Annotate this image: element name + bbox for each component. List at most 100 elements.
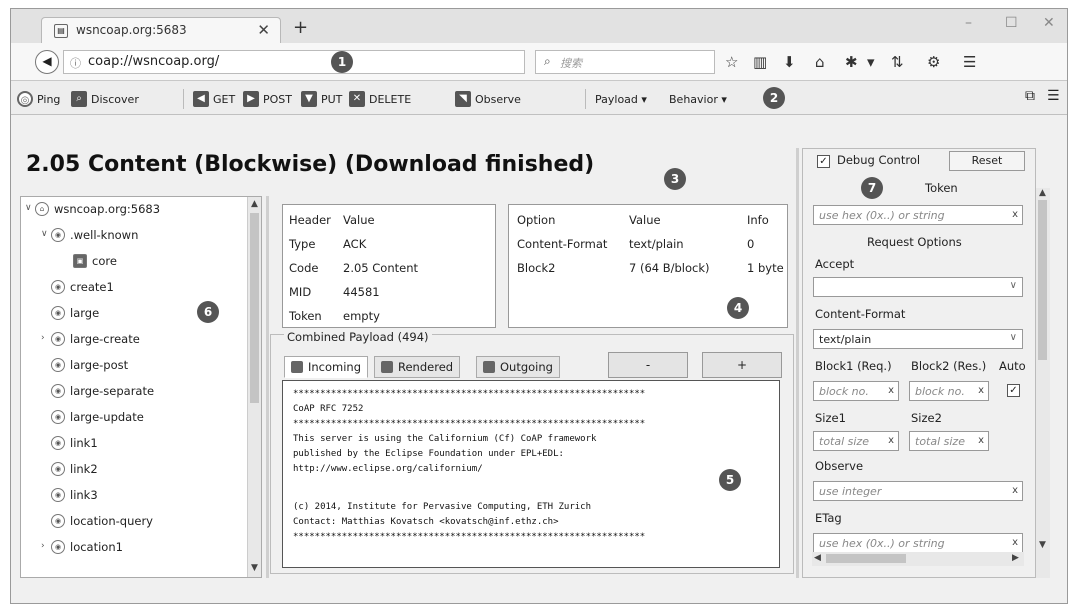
block1-input[interactable]: block no. x (813, 381, 899, 401)
options-col-info: Info (747, 213, 769, 227)
resource-icon: ◉ (51, 436, 65, 450)
collapse-icon[interactable]: ∨ (41, 229, 48, 239)
browser-tab[interactable]: ▤ wsncoap.org:5683 ✕ (41, 17, 281, 43)
tab-incoming[interactable]: Incoming (284, 356, 369, 378)
scroll-right-icon[interactable]: ▶ (1012, 553, 1019, 563)
debug-horizontal-scrollbar[interactable]: ◀ ▶ (812, 552, 1024, 566)
tree-item[interactable]: ◉ link2 (51, 459, 98, 479)
tree-item[interactable]: ◉ link3 (51, 485, 98, 505)
clear-icon[interactable]: x (1012, 485, 1018, 496)
tree-item[interactable]: ◉ large-update (51, 407, 144, 427)
bookmark-star-icon[interactable]: ☆ (725, 53, 738, 71)
scrollbar-thumb[interactable] (250, 213, 259, 403)
window-close-button[interactable]: ✕ (1043, 15, 1055, 31)
tree-item[interactable]: ◉ location-query (51, 511, 153, 531)
tree-item[interactable]: ◉ large-create (51, 329, 140, 349)
tree-item[interactable]: ◉ large-post (51, 355, 128, 375)
option-value: text/plain (629, 237, 684, 251)
clear-icon[interactable]: x (1012, 209, 1018, 220)
back-button[interactable]: ◀ (35, 50, 59, 74)
payload-text[interactable]: ****************************************… (282, 380, 780, 568)
scrollbar-thumb[interactable] (826, 554, 906, 563)
tab-close-icon[interactable]: ✕ (257, 21, 270, 39)
auto-checkbox[interactable]: ✓ (1007, 384, 1020, 397)
clear-icon[interactable]: x (888, 435, 894, 446)
addon-dropdown-icon[interactable]: ▾ (867, 53, 875, 71)
get-button[interactable]: ◀ GET (193, 89, 235, 109)
sync-icon[interactable]: ⇅ (891, 53, 904, 71)
callout-badge-6: 6 (197, 301, 219, 323)
tree-item[interactable]: ▣ core (73, 251, 117, 271)
tree-item[interactable]: ◉ create1 (51, 277, 114, 297)
payload-menu[interactable]: Payload ▾ (595, 89, 647, 109)
content-format-select[interactable]: text/plain ∨ (813, 329, 1023, 349)
right-splitter[interactable] (796, 148, 799, 578)
tree-item[interactable]: ◉ link1 (51, 433, 98, 453)
search-input[interactable]: ⌕ 搜索 (535, 50, 715, 74)
payload-plus-button[interactable]: + (702, 352, 782, 378)
tab-rendered[interactable]: Rendered (374, 356, 461, 378)
accept-select[interactable]: ∨ (813, 277, 1023, 297)
clear-icon[interactable]: x (978, 435, 984, 446)
tree-item[interactable]: ◉ location1 (51, 537, 123, 557)
debug-vertical-scrollbar[interactable]: ▲ ▼ (1036, 188, 1050, 578)
ping-button[interactable]: ◎ Ping (17, 89, 60, 109)
observe-input[interactable]: use integer x (813, 481, 1023, 501)
observe-button[interactable]: ◥ Observe (455, 89, 521, 109)
menu-icon[interactable]: ☰ (963, 53, 976, 71)
restore-panel-icon[interactable]: ⧉ (1025, 88, 1035, 104)
post-button[interactable]: ▶ POST (243, 89, 292, 109)
addon-icon[interactable]: ✱ (845, 53, 858, 71)
behavior-menu[interactable]: Behavior ▾ (669, 89, 727, 109)
tree-item[interactable]: ◉ large-separate (51, 381, 154, 401)
payload-minus-button[interactable]: - (608, 352, 688, 378)
scroll-up-icon[interactable]: ▲ (251, 199, 258, 209)
size1-input[interactable]: total size x (813, 431, 899, 451)
debug-control-checkbox[interactable]: ✓ (817, 155, 830, 168)
token-input[interactable]: use hex (0x..) or string x (813, 205, 1023, 225)
info-icon[interactable]: ⓘ (70, 55, 81, 71)
delete-button[interactable]: ✕ DELETE (349, 89, 411, 109)
collapse-icon[interactable]: ∨ (25, 203, 32, 213)
minimize-button[interactable]: – (965, 15, 972, 31)
scroll-down-icon[interactable]: ▼ (1039, 540, 1046, 550)
tab-rendered-label: Rendered (398, 360, 454, 374)
reset-button[interactable]: Reset (949, 151, 1025, 171)
panel-menu-icon[interactable]: ☰ (1047, 88, 1060, 104)
left-splitter[interactable] (266, 196, 269, 578)
bookmarks-list-icon[interactable]: ▥ (753, 53, 767, 71)
new-tab-button[interactable]: + (293, 17, 308, 38)
tab-outgoing[interactable]: Outgoing (476, 356, 560, 378)
block1-placeholder: block no. (819, 385, 869, 398)
etag-input[interactable]: use hex (0x..) or string x (813, 533, 1023, 553)
etag-label: ETag (815, 511, 842, 525)
discover-button[interactable]: ⌕ Discover (71, 89, 139, 109)
scrollbar-thumb[interactable] (1038, 200, 1047, 360)
put-button[interactable]: ▼ PUT (301, 89, 342, 109)
clear-icon[interactable]: x (1012, 537, 1018, 548)
discover-icon: ⌕ (71, 91, 87, 107)
download-icon[interactable]: ⬇ (783, 53, 796, 71)
scroll-up-icon[interactable]: ▲ (1039, 188, 1046, 198)
scroll-down-icon[interactable]: ▼ (251, 563, 258, 573)
header-row-value: ACK (343, 237, 367, 251)
clear-icon[interactable]: x (888, 385, 894, 396)
tree-item-label: large-separate (70, 384, 155, 398)
scroll-left-icon[interactable]: ◀ (814, 553, 821, 563)
expand-icon[interactable]: › (41, 333, 45, 343)
tree-root[interactable]: ⌂ wsncoap.org:5683 (35, 199, 160, 219)
extension-icon[interactable]: ⚙ (927, 53, 940, 71)
address-bar[interactable]: ⓘ coap://wsncoap.org/ ↻ (63, 50, 561, 74)
debug-panel: ✓ Debug Control Reset 7 Token use hex (0… (802, 148, 1036, 578)
maximize-button[interactable]: ☐ (1005, 15, 1018, 31)
discover-label: Discover (91, 92, 139, 106)
clear-icon[interactable]: x (978, 385, 984, 396)
home-icon[interactable]: ⌂ (815, 53, 825, 71)
tree-item-label: link3 (70, 488, 98, 502)
tree-item[interactable]: ◉ large (51, 303, 99, 323)
expand-icon[interactable]: › (41, 541, 45, 551)
size2-input[interactable]: total size x (909, 431, 989, 451)
block2-input[interactable]: block no. x (909, 381, 989, 401)
tree-item[interactable]: ◉ .well-known (51, 225, 138, 245)
tree-scrollbar[interactable]: ▲ ▼ (247, 197, 261, 577)
